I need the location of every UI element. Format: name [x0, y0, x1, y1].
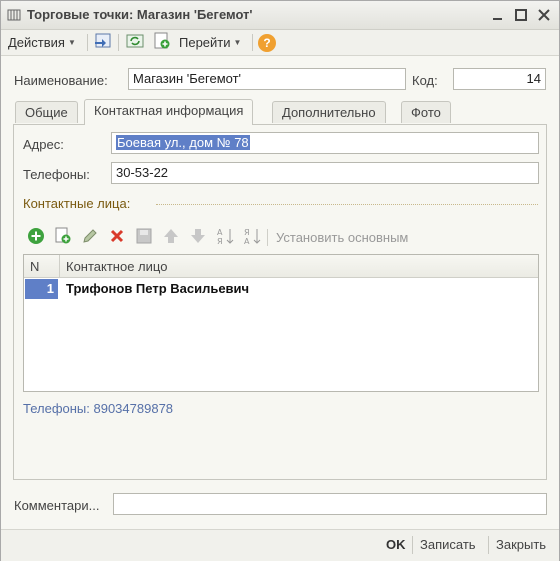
help-button[interactable]: ?: [258, 33, 276, 52]
save-contact-button[interactable]: [134, 227, 154, 247]
svg-text:A: A: [244, 237, 250, 245]
edit-contact-button[interactable]: [80, 227, 100, 247]
name-field[interactable]: Магазин 'Бегемот': [128, 68, 406, 90]
sort-descending-icon: ЯA: [243, 227, 261, 248]
contacts-section-title: Контактные лица:: [23, 196, 131, 211]
sort-ascending-icon: AЯ: [216, 227, 234, 248]
column-header-n[interactable]: N: [30, 259, 39, 274]
toolbar-separator: [267, 229, 268, 246]
comment-field[interactable]: [113, 493, 547, 515]
row-number: 1: [25, 279, 58, 299]
section-divider: [156, 204, 538, 206]
help-icon: ?: [258, 33, 276, 52]
set-main-button[interactable]: Установить основным: [276, 230, 408, 245]
copy-contact-button[interactable]: [53, 227, 73, 247]
contacts-table: N Контактное лицо 1 Трифонов Петр Василь…: [23, 254, 539, 392]
contact-name: Трифонов Петр Васильевич: [66, 281, 250, 296]
chevron-down-icon: ▼: [67, 38, 76, 47]
tab-photo[interactable]: Фото: [401, 101, 451, 123]
column-header-contact[interactable]: Контактное лицо: [66, 259, 167, 274]
add-icon: [27, 227, 45, 248]
tab-additional[interactable]: Дополнительно: [272, 101, 386, 123]
floppy-icon: [135, 227, 153, 248]
toolbar: Действия ▼ Перейти ▼ ?: [1, 30, 559, 56]
sort-descending-button[interactable]: ЯA: [242, 227, 262, 247]
title-bar: Торговые точки: Магазин 'Бегемот': [1, 1, 559, 30]
new-document-icon: [152, 32, 172, 53]
name-label: Наименование:: [14, 73, 108, 88]
sort-ascending-button[interactable]: AЯ: [215, 227, 235, 247]
address-label: Адрес:: [23, 137, 64, 152]
goto-menu-label: Перейти: [179, 35, 231, 50]
move-up-button[interactable]: [161, 227, 181, 247]
add-copy-button[interactable]: [152, 32, 172, 53]
button-separator: [488, 536, 489, 554]
tab-contact-info[interactable]: Контактная информация: [84, 99, 254, 125]
maximize-icon[interactable]: [513, 7, 529, 23]
document-window: Торговые точки: Магазин 'Бегемот' Действ…: [0, 0, 560, 561]
delete-icon: [108, 227, 126, 248]
code-field[interactable]: 14: [453, 68, 546, 90]
address-value: Боевая ул., дом № 78: [116, 135, 250, 150]
toolbar-separator: [87, 34, 88, 51]
save-button[interactable]: Записать: [420, 537, 476, 552]
list-icon: [93, 32, 113, 53]
table-row[interactable]: 1 Трифонов Петр Васильевич: [24, 278, 538, 300]
minimize-icon[interactable]: [490, 7, 506, 23]
address-field[interactable]: Боевая ул., дом № 78: [111, 132, 539, 154]
window-title: Торговые точки: Магазин 'Бегемот': [27, 7, 253, 22]
comment-label: Комментари...: [14, 498, 100, 513]
phones-label: Телефоны:: [23, 167, 90, 182]
svg-text:A: A: [217, 228, 223, 237]
bottom-bar: OK Записать Закрыть: [1, 529, 559, 561]
table-header: N Контактное лицо: [24, 255, 538, 278]
goto-menu[interactable]: Перейти ▼: [179, 33, 241, 52]
close-icon[interactable]: [536, 7, 552, 23]
actions-menu-label: Действия: [8, 35, 65, 50]
actions-menu[interactable]: Действия ▼: [8, 33, 76, 52]
svg-text:Я: Я: [217, 237, 223, 245]
button-separator: [412, 536, 413, 554]
move-down-button[interactable]: [188, 227, 208, 247]
delete-contact-button[interactable]: [107, 227, 127, 247]
refresh-button[interactable]: [125, 33, 145, 52]
refresh-icon: [125, 32, 145, 53]
chevron-down-icon: ▼: [233, 38, 242, 47]
phones-field[interactable]: 30-53-22: [111, 162, 539, 184]
add-contact-button[interactable]: [26, 227, 46, 247]
close-button[interactable]: Закрыть: [496, 537, 546, 552]
column-divider: [59, 255, 60, 277]
svg-text:Я: Я: [244, 228, 250, 237]
form-icon: [7, 8, 21, 22]
goto-list-button[interactable]: [93, 33, 113, 52]
arrow-down-icon: [189, 227, 207, 248]
contact-phone-link[interactable]: Телефоны: 89034789878: [23, 401, 173, 416]
ok-button[interactable]: OK: [386, 537, 406, 552]
toolbar-separator: [252, 34, 253, 51]
arrow-up-icon: [162, 227, 180, 248]
toolbar-separator: [118, 34, 119, 51]
tab-general[interactable]: Общие: [15, 101, 78, 123]
pencil-icon: [81, 227, 99, 248]
copy-icon: [54, 227, 72, 248]
code-label: Код:: [412, 73, 438, 88]
